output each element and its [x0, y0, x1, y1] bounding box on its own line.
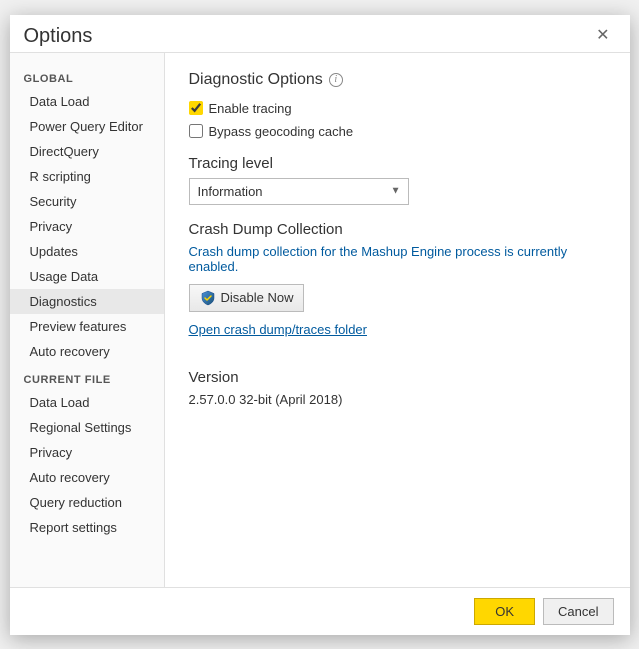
sidebar-item-cf-report-settings[interactable]: Report settings [10, 515, 164, 540]
sidebar-item-preview-features[interactable]: Preview features [10, 314, 164, 339]
dialog-titlebar: Options ✕ [10, 15, 630, 52]
sidebar-item-data-load[interactable]: Data Load [10, 89, 164, 114]
open-crash-dump-link[interactable]: Open crash dump/traces folder [189, 322, 367, 337]
dialog-footer: OK Cancel [10, 587, 630, 635]
sidebar-item-r-scripting[interactable]: R scripting [10, 164, 164, 189]
ok-button[interactable]: OK [474, 598, 535, 625]
crash-dump-status: Crash dump collection for the Mashup Eng… [189, 244, 606, 274]
sidebar-item-power-query-editor[interactable]: Power Query Editor [10, 114, 164, 139]
version-title: Version [189, 369, 606, 386]
diagnostic-options-title: Diagnostic Options i [189, 71, 606, 89]
sidebar-item-security[interactable]: Security [10, 189, 164, 214]
bypass-geocoding-label: Bypass geocoding cache [209, 124, 354, 139]
tracing-level-select-wrapper: Information Verbose Warning Error ▼ [189, 178, 409, 205]
sidebar-item-usage-data[interactable]: Usage Data [10, 264, 164, 289]
cancel-button[interactable]: Cancel [543, 598, 613, 625]
sidebar-item-updates[interactable]: Updates [10, 239, 164, 264]
sidebar-item-cf-auto-recovery[interactable]: Auto recovery [10, 465, 164, 490]
sidebar-item-direct-query[interactable]: DirectQuery [10, 139, 164, 164]
sidebar-item-auto-recovery-global[interactable]: Auto recovery [10, 339, 164, 364]
main-content: Diagnostic Options i Enable tracing Bypa… [165, 53, 630, 587]
enable-tracing-checkbox[interactable] [189, 101, 203, 115]
shield-icon [200, 290, 216, 306]
sidebar-item-cf-data-load[interactable]: Data Load [10, 390, 164, 415]
enable-tracing-row: Enable tracing [189, 101, 606, 116]
enable-tracing-label: Enable tracing [209, 101, 292, 116]
current-file-section-label: CURRENT FILE [10, 364, 164, 390]
sidebar-item-privacy[interactable]: Privacy [10, 214, 164, 239]
disable-now-button[interactable]: Disable Now [189, 284, 305, 312]
sidebar-item-cf-query-reduction[interactable]: Query reduction [10, 490, 164, 515]
global-section-label: GLOBAL [10, 63, 164, 89]
dialog-title: Options [24, 25, 93, 48]
version-value: 2.57.0.0 32-bit (April 2018) [189, 392, 606, 407]
bypass-geocoding-row: Bypass geocoding cache [189, 124, 606, 139]
crash-dump-title: Crash Dump Collection [189, 221, 606, 238]
sidebar: GLOBAL Data Load Power Query Editor Dire… [10, 53, 165, 587]
sidebar-item-cf-regional-settings[interactable]: Regional Settings [10, 415, 164, 440]
tracing-level-select[interactable]: Information Verbose Warning Error [189, 178, 409, 205]
sidebar-item-cf-privacy[interactable]: Privacy [10, 440, 164, 465]
tracing-level-title: Tracing level [189, 155, 606, 172]
crash-dump-section: Crash Dump Collection Crash dump collect… [189, 221, 606, 353]
close-button[interactable]: ✕ [590, 26, 615, 46]
bypass-geocoding-checkbox[interactable] [189, 124, 203, 138]
info-icon: i [329, 73, 343, 87]
options-dialog: Options ✕ GLOBAL Data Load Power Query E… [10, 15, 630, 635]
sidebar-item-diagnostics[interactable]: Diagnostics [10, 289, 164, 314]
dialog-body: GLOBAL Data Load Power Query Editor Dire… [10, 52, 630, 587]
